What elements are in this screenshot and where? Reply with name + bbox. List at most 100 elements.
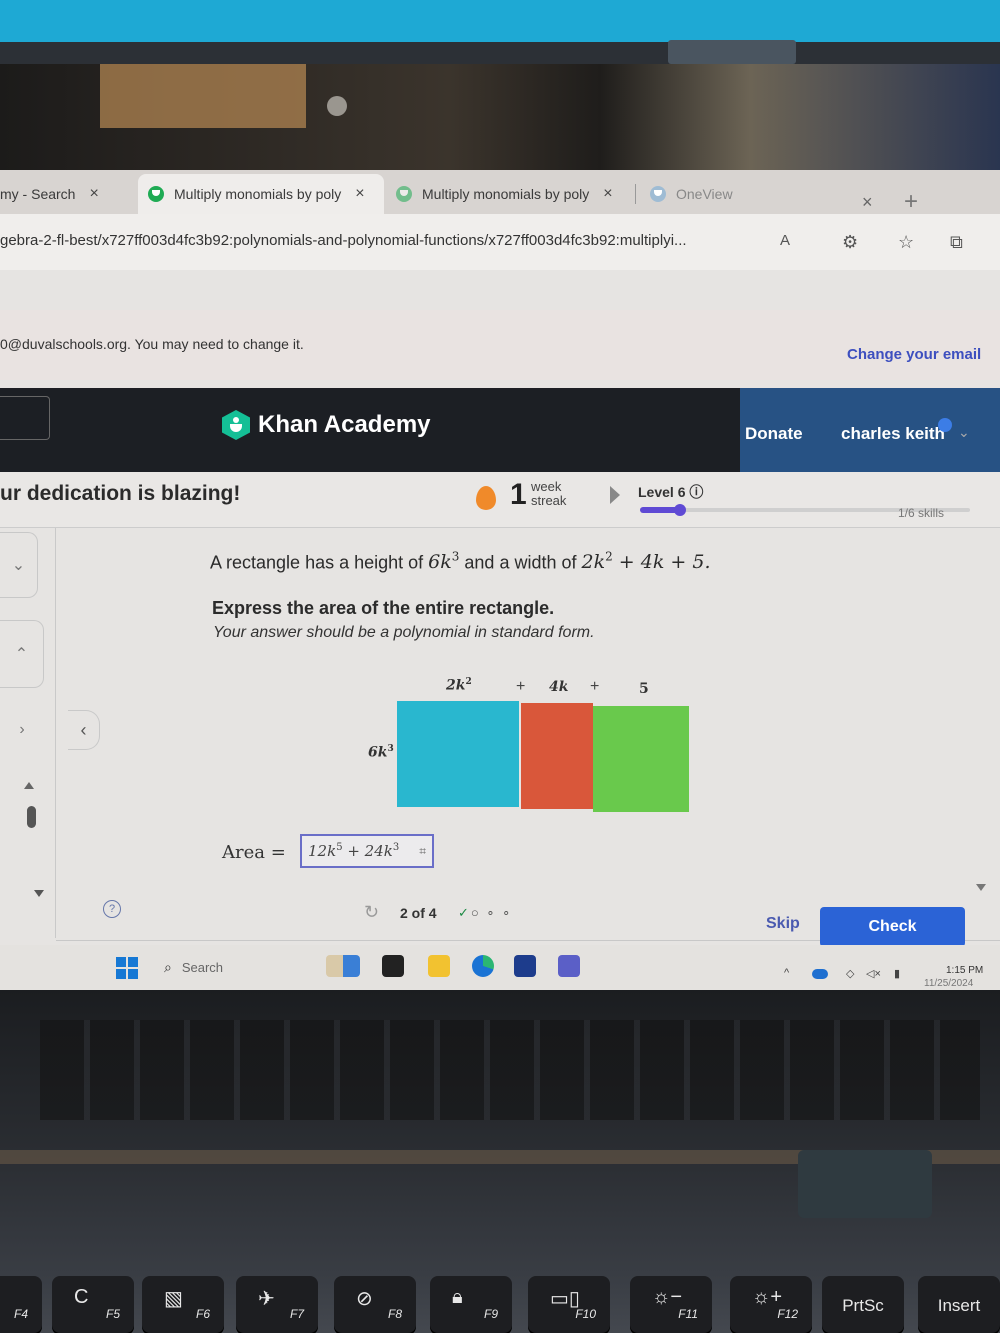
donate-link[interactable]: Donate xyxy=(745,424,803,444)
collections-icon[interactable]: ⧉ xyxy=(950,232,963,253)
math-keypad-icon[interactable]: ⌗ xyxy=(419,844,426,859)
dedication-message: ur dedication is blazing! xyxy=(0,482,241,505)
key-f9[interactable]: 🔒︎ F9 xyxy=(430,1276,512,1333)
chevron-left-icon: ‹ xyxy=(80,719,87,740)
store-icon[interactable] xyxy=(514,955,536,977)
tab-oneview[interactable]: OneView xyxy=(640,174,760,214)
key-f6[interactable]: ▧ F6 xyxy=(142,1276,224,1333)
tab-search[interactable]: my - Search × xyxy=(0,174,130,214)
progress-dots: ✓○ ∘ ∘ xyxy=(458,905,512,921)
task-view-icon[interactable] xyxy=(382,955,404,977)
taskbar-search[interactable]: ⌕ Search xyxy=(160,953,310,981)
khan-academy-logo[interactable]: Khan Academy xyxy=(222,410,431,440)
key-f10[interactable]: ▭▯ F10 xyxy=(528,1276,610,1333)
teams-icon[interactable] xyxy=(558,955,580,977)
check-icon: ✓ xyxy=(458,905,471,920)
key-fn-label: F6 xyxy=(195,1307,210,1321)
key-insert[interactable]: Insert xyxy=(918,1276,1000,1333)
answer-term-2: 24k xyxy=(364,842,393,860)
key-f12[interactable]: ☼+ F12 xyxy=(730,1276,812,1333)
windows-start-icon[interactable] xyxy=(116,957,138,979)
tab-label: Multiply monomials by poly xyxy=(174,186,342,202)
level-progress-knob xyxy=(673,504,686,516)
khan-favicon-icon xyxy=(396,186,412,202)
key-fn-label: F8 xyxy=(387,1307,402,1321)
width-label-1: 2k2 xyxy=(446,677,472,694)
key-fn-label: F10 xyxy=(575,1307,596,1321)
width-rest: + 4k + 5. xyxy=(612,551,711,574)
read-aloud-icon[interactable]: A xyxy=(780,232,790,249)
new-tab-button[interactable]: + xyxy=(904,188,918,216)
next-button[interactable]: › xyxy=(0,700,44,760)
width-label-2: 4k xyxy=(549,679,569,695)
scroll-down-arrow[interactable] xyxy=(976,884,986,891)
volume-icon[interactable]: ◁× xyxy=(866,967,881,980)
key-f5[interactable]: C F5 xyxy=(52,1276,134,1333)
user-menu[interactable]: charles keith xyxy=(841,424,945,444)
scroll-down-arrow[interactable] xyxy=(34,890,44,897)
url-field[interactable]: gebra-2-fl-best/x727ff003d4fc3b92:polyno… xyxy=(0,232,687,249)
search-icon: ⌕ xyxy=(164,958,172,975)
battery-icon[interactable]: ▮ xyxy=(894,967,900,980)
area-label: Area = xyxy=(222,842,286,863)
refresh-icon[interactable]: ↻ xyxy=(364,902,379,923)
keyboard-keys xyxy=(40,1020,980,1120)
close-icon[interactable]: × xyxy=(89,185,98,203)
notification-dot-icon xyxy=(938,418,952,432)
level-label[interactable]: Level 6 ⓘ xyxy=(638,482,703,502)
key-f8[interactable]: ⊘ F8 xyxy=(334,1276,416,1333)
key-label: PrtSc xyxy=(842,1296,884,1315)
extensions-icon[interactable]: ⚙ xyxy=(842,232,858,253)
tab-multiply-monomials-active[interactable]: Multiply monomials by poly × xyxy=(138,174,384,214)
close-icon[interactable]: × xyxy=(355,185,364,203)
file-explorer-icon[interactable] xyxy=(428,955,450,977)
notice-text: 0@duvalschools.org. You may need to chan… xyxy=(0,336,304,352)
question-prompt: Express the area of the entire rectangle… xyxy=(212,598,555,618)
key-f11[interactable]: ☼− F11 xyxy=(630,1276,712,1333)
plus-sign: + xyxy=(516,678,526,695)
edge-browser-icon[interactable] xyxy=(472,955,494,977)
key-fn-label: F12 xyxy=(777,1307,798,1321)
change-email-link[interactable]: Change your email xyxy=(847,346,981,363)
tab-label: OneView xyxy=(676,186,733,202)
wifi-icon[interactable]: ◇ xyxy=(846,967,854,980)
streak-count: 1 xyxy=(510,478,527,511)
hint-icon[interactable]: ? xyxy=(103,900,121,918)
key-glyph-icon: ✈ xyxy=(258,1288,275,1310)
skip-button[interactable]: Skip xyxy=(766,915,800,933)
tab-multiply-monomials[interactable]: Multiply monomials by poly × xyxy=(386,174,632,214)
width-exponent: 2 xyxy=(605,550,613,564)
expand-down-button[interactable]: ⌄ xyxy=(0,532,38,598)
site-header: Khan Academy Donate charles keith ⌄ xyxy=(0,388,1000,472)
search-box[interactable] xyxy=(0,396,50,440)
photo-scene: my - Search × Multiply monomials by poly… xyxy=(0,0,1000,1333)
close-icon[interactable]: × xyxy=(603,185,612,203)
check-button[interactable]: Check xyxy=(820,907,965,947)
tab-separator xyxy=(635,184,636,204)
key-f7[interactable]: ✈ F7 xyxy=(236,1276,318,1333)
tray-chevron-icon[interactable]: ^ xyxy=(784,967,789,979)
onedrive-icon[interactable] xyxy=(812,969,828,979)
flame-icon xyxy=(476,486,496,510)
clock-time[interactable]: 1:15 PM xyxy=(946,965,983,976)
play-arrow-icon[interactable] xyxy=(610,486,620,504)
key-prtsc[interactable]: PrtSc xyxy=(822,1276,904,1333)
laptop-hinge xyxy=(798,1150,932,1218)
key-fn-label: F4 xyxy=(13,1307,28,1321)
clock-date[interactable]: 11/25/2024 xyxy=(924,978,973,989)
label-exponent: 2 xyxy=(465,677,472,687)
answer-input[interactable]: 12k5 + 24k3 ⌗ xyxy=(300,834,434,868)
key-f4[interactable]: F4 xyxy=(0,1276,42,1333)
scroll-up-arrow[interactable] xyxy=(24,782,34,789)
scrollbar-thumb[interactable] xyxy=(27,806,36,828)
chevron-down-icon[interactable]: ⌄ xyxy=(958,424,970,441)
close-icon[interactable]: × xyxy=(862,192,873,213)
streak-label-week: week xyxy=(531,479,562,494)
favorites-icon[interactable]: ☆ xyxy=(898,232,914,253)
bezel-edge xyxy=(0,42,1000,64)
label-base: 6k xyxy=(368,744,388,761)
widgets-icon[interactable] xyxy=(326,955,360,977)
khan-favicon-icon xyxy=(148,186,164,202)
back-button[interactable]: ‹ xyxy=(68,710,100,750)
collapse-up-button[interactable]: ⌃ xyxy=(0,620,44,688)
